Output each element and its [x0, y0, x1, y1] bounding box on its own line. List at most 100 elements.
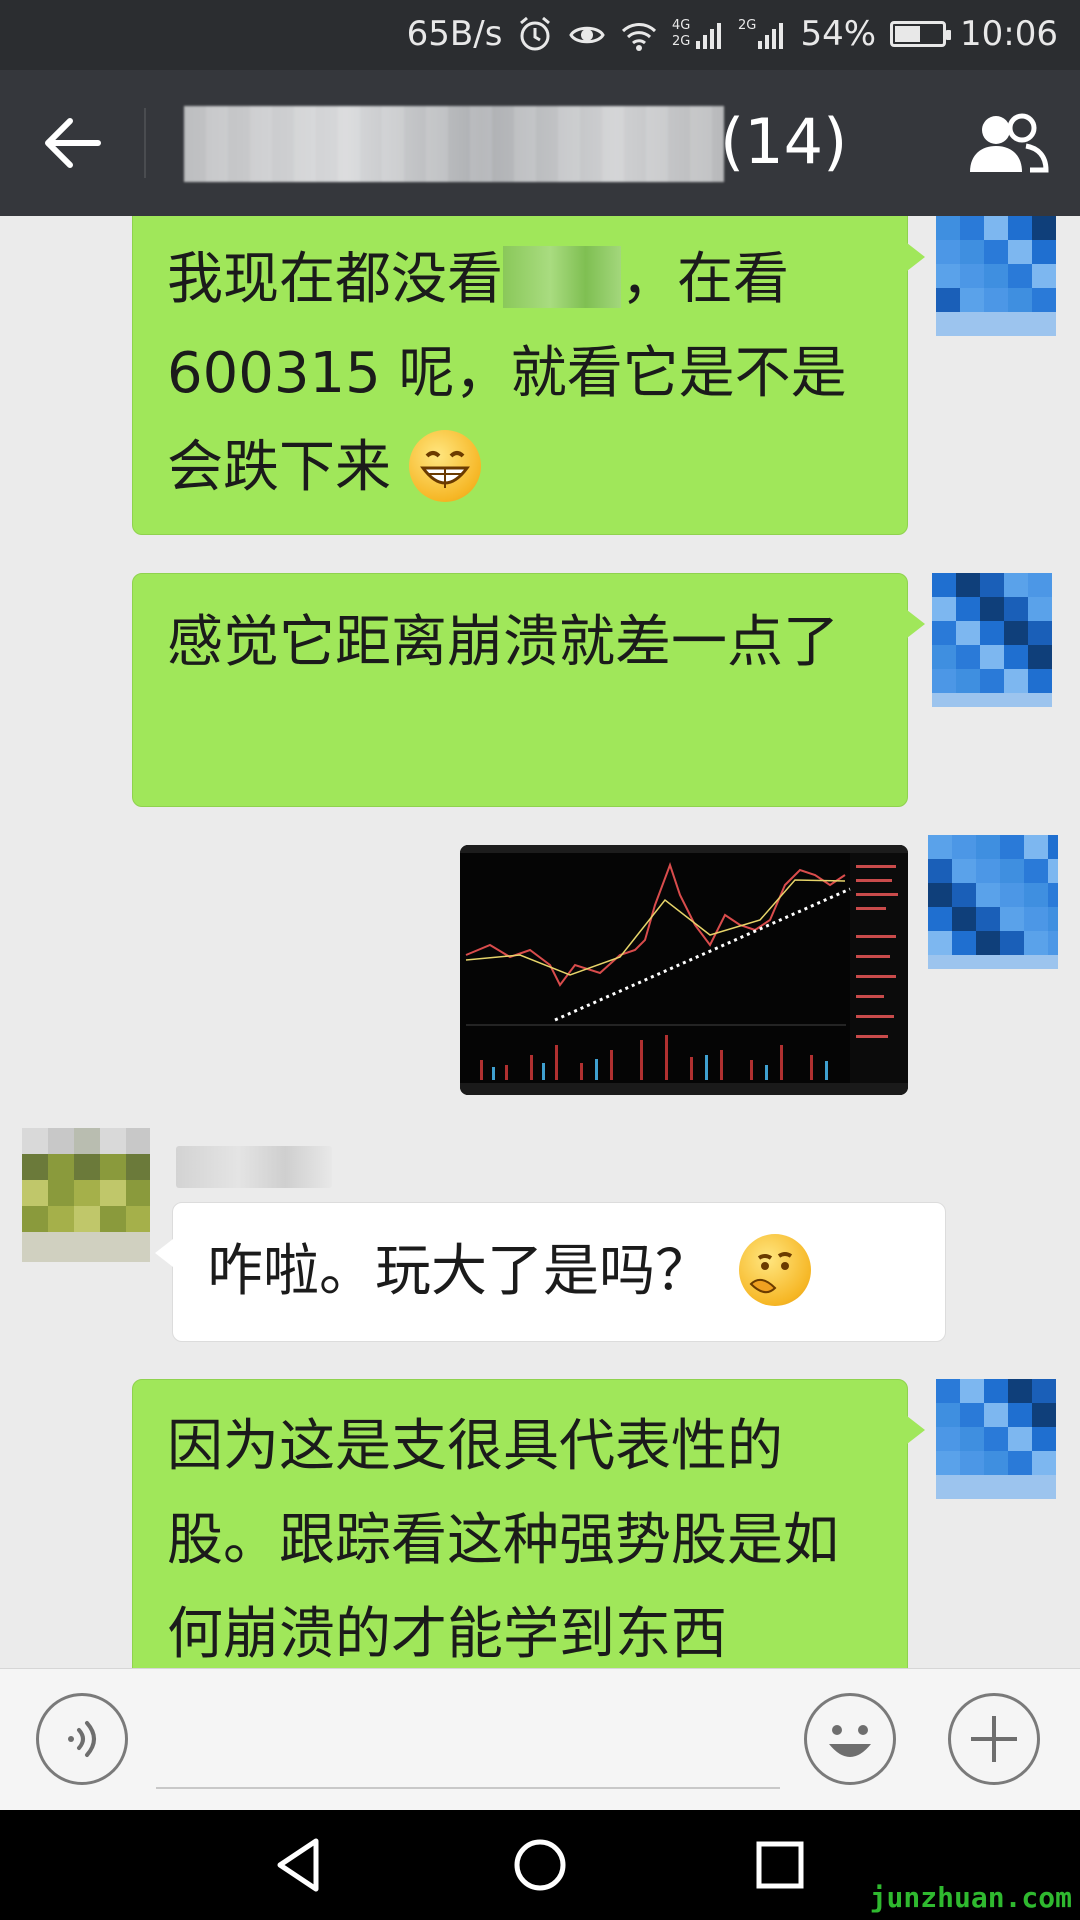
avatar-pixel — [956, 573, 980, 597]
avatar-pixel — [932, 573, 956, 597]
avatar-pixel — [936, 1427, 960, 1451]
avatar-pixel — [936, 288, 960, 312]
avatar-pixel — [100, 1232, 126, 1258]
message-bubble-other[interactable]: 咋啦。玩大了是吗？ — [155, 1202, 946, 1342]
avatar-pixel — [936, 312, 960, 336]
avatar-pixel — [936, 240, 960, 264]
more-options-button[interactable] — [948, 1693, 1040, 1785]
message-bubble-self[interactable]: 我现在都没看 ，在看600315 呢，就看它是不是会跌下来 — [132, 216, 925, 535]
avatar-pixel — [932, 597, 956, 621]
avatar-pixel — [1032, 1379, 1056, 1403]
avatar-pixel — [48, 1180, 74, 1206]
avatar-pixel — [48, 1154, 74, 1180]
avatar-pixel — [48, 1258, 74, 1262]
avatar-pixel — [936, 1451, 960, 1475]
avatar-pixel — [956, 621, 980, 645]
avatar-pixel — [22, 1154, 48, 1180]
battery-icon — [890, 21, 952, 47]
message-input-field[interactable] — [156, 1787, 780, 1789]
avatar-pixel — [1028, 597, 1052, 621]
avatar-pixel — [984, 240, 1008, 264]
wifi-icon — [622, 23, 657, 51]
emoji-button[interactable] — [804, 1693, 896, 1785]
voice-input-button[interactable] — [36, 1693, 128, 1785]
back-arrow-icon[interactable] — [30, 110, 116, 176]
message-text: 因为这是支很具代表性的股。跟踪看这种强势股是如何崩溃的才能学到东西 — [167, 1414, 839, 1667]
avatar-pixel — [1008, 1475, 1032, 1499]
avatar-pixel — [976, 931, 1000, 955]
avatar-pixel — [960, 216, 984, 240]
eye-icon — [569, 26, 606, 44]
avatar-pixel — [100, 1128, 126, 1154]
svg-text:2G: 2G — [738, 18, 756, 33]
avatar-pixel — [960, 312, 984, 336]
group-name-censored — [184, 106, 724, 182]
avatar-pixel — [48, 1206, 74, 1232]
avatar-pixel — [1004, 669, 1028, 693]
avatar-pixel — [126, 1128, 150, 1154]
avatar-pixel — [1008, 264, 1032, 288]
avatar-pixel — [1048, 835, 1058, 859]
avatar-pixel — [960, 1427, 984, 1451]
avatar-pixel — [956, 597, 980, 621]
avatar-pixel — [1008, 240, 1032, 264]
avatar-pixel — [956, 669, 980, 693]
avatar-pixel — [1000, 907, 1024, 931]
avatar-pixel — [1032, 264, 1056, 288]
nav-recents-icon[interactable] — [750, 1835, 810, 1895]
chat-message-list[interactable]: 我现在都没看 ，在看600315 呢，就看它是不是会跌下来 感觉它距离崩溃就差一点… — [0, 216, 1080, 1668]
avatar-pixel — [984, 216, 1008, 240]
avatar-pixel — [976, 859, 1000, 883]
group-members-icon[interactable] — [966, 108, 1050, 178]
avatar-pixel — [126, 1206, 150, 1232]
avatar-pixel — [1032, 312, 1056, 336]
title-divider — [144, 108, 146, 178]
avatar-pixel — [22, 1206, 48, 1232]
message-bubble-self[interactable]: 感觉它距离崩溃就差一点了 — [132, 573, 925, 807]
avatar-pixel — [100, 1258, 126, 1262]
avatar-pixel — [1048, 883, 1058, 907]
avatar-pixel — [22, 1232, 48, 1258]
avatar-pixel — [1024, 931, 1048, 955]
avatar-other-user[interactable] — [22, 1128, 150, 1262]
avatar-pixel — [1024, 955, 1048, 969]
avatar-pixel — [48, 1232, 74, 1258]
emoji-icon — [829, 1725, 871, 1757]
avatar-pixel — [936, 1379, 960, 1403]
avatar-pixel — [980, 597, 1004, 621]
avatar-self[interactable] — [932, 573, 1052, 707]
stock-chart-image[interactable] — [460, 845, 908, 1095]
avatar-pixel — [1004, 573, 1028, 597]
avatar-pixel — [976, 907, 1000, 931]
nav-home-icon[interactable] — [510, 1835, 570, 1895]
message-text: 感觉它距离崩溃就差一点了 — [167, 610, 839, 675]
avatar-pixel — [126, 1154, 150, 1180]
avatar-self[interactable] — [936, 1379, 1056, 1499]
avatar-pixel — [100, 1180, 126, 1206]
avatar-pixel — [960, 264, 984, 288]
avatar-pixel — [928, 907, 952, 931]
avatar-pixel — [1048, 931, 1058, 955]
avatar-pixel — [126, 1258, 150, 1262]
avatar-pixel — [932, 693, 956, 707]
avatar-pixel — [1048, 859, 1058, 883]
avatar-pixel — [1004, 621, 1028, 645]
avatar-pixel — [1008, 1379, 1032, 1403]
avatar-self[interactable] — [936, 216, 1056, 336]
nav-back-icon[interactable] — [270, 1835, 330, 1895]
avatar-pixel — [1008, 312, 1032, 336]
avatar-pixel — [980, 693, 1004, 707]
avatar-pixel — [976, 955, 1000, 969]
message-bubble-self[interactable]: 因为这是支很具代表性的股。跟踪看这种强势股是如何崩溃的才能学到东西 — [132, 1379, 925, 1668]
avatar-pixel — [960, 1475, 984, 1499]
avatar-pixel — [1028, 645, 1052, 669]
avatar-pixel — [980, 669, 1004, 693]
status-bar: 65B/s 4G 2G 2G 54% 10:06 — [0, 0, 1080, 70]
avatar-pixel — [980, 645, 1004, 669]
avatar-self[interactable] — [928, 835, 1058, 969]
avatar-pixel — [936, 1403, 960, 1427]
battery-percent: 54% — [800, 14, 877, 54]
avatar-pixel — [932, 621, 956, 645]
avatar-pixel — [1024, 835, 1048, 859]
avatar-pixel — [74, 1128, 100, 1154]
